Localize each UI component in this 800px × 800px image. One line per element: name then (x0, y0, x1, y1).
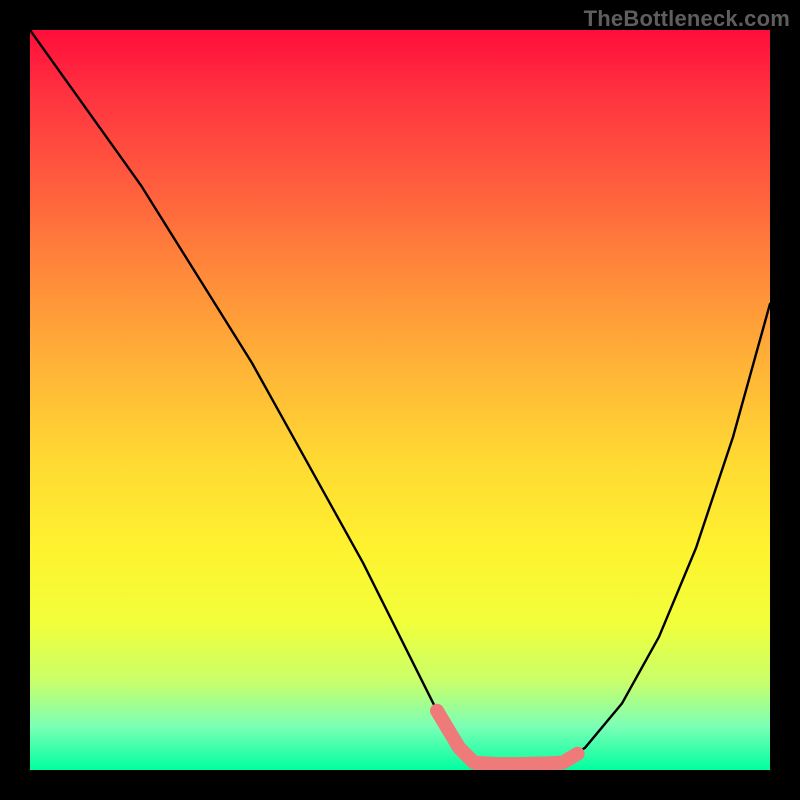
highlight-line (437, 711, 578, 764)
chart-svg (30, 30, 770, 770)
watermark-label: TheBottleneck.com (584, 6, 790, 32)
plot-area (30, 30, 770, 770)
curve-line (30, 30, 770, 766)
chart-container: TheBottleneck.com (0, 0, 800, 800)
